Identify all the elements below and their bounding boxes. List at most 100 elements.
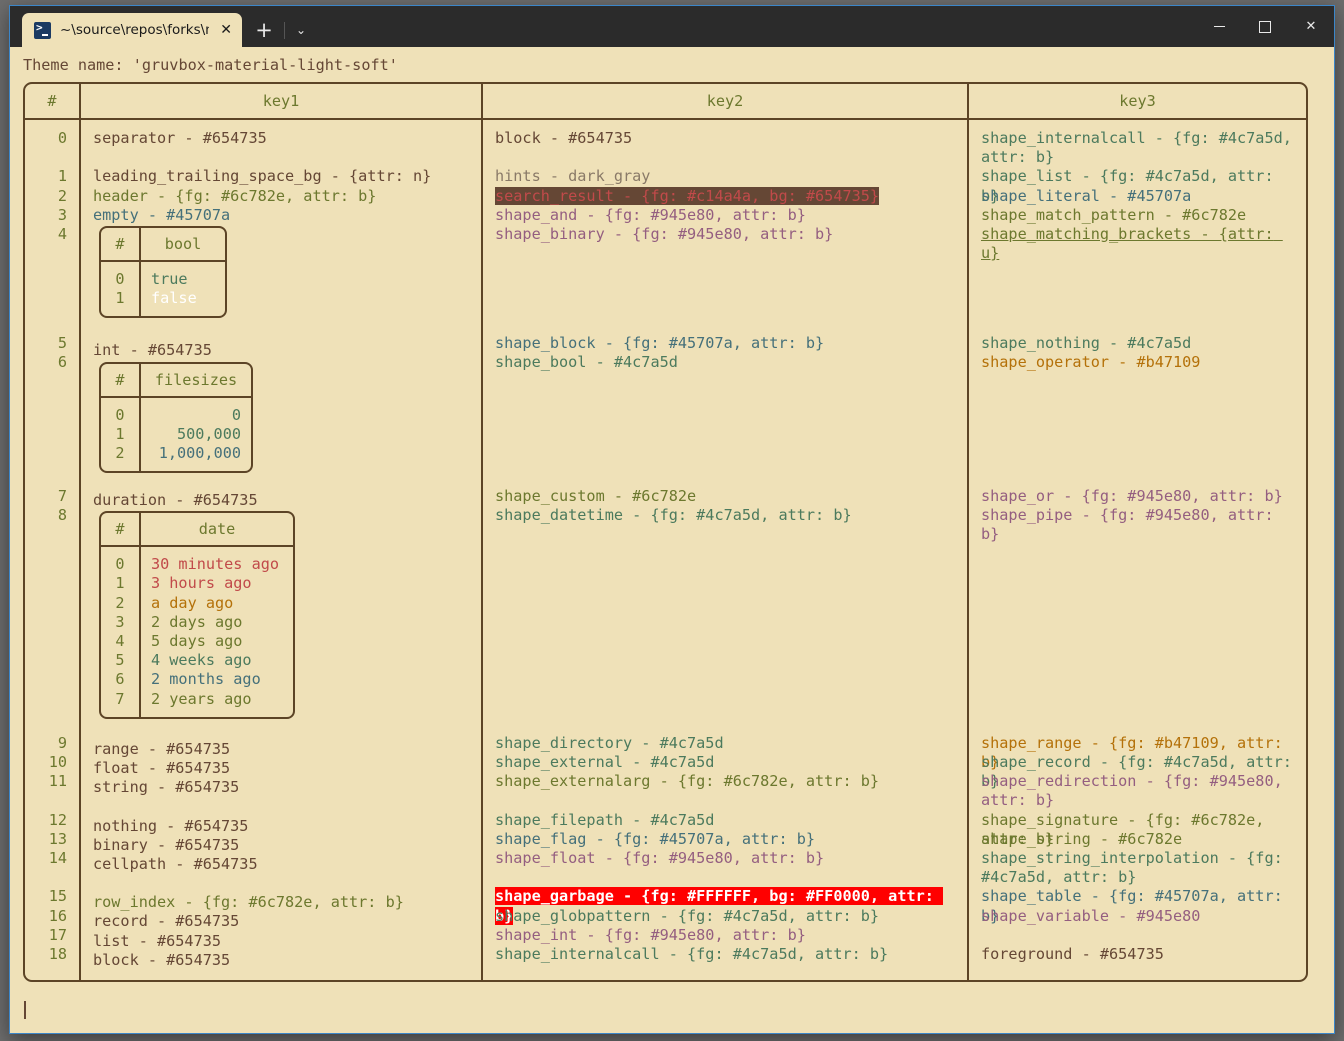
table-header-row: # key1 key2 key3: [25, 84, 1306, 120]
row-index: 3: [57, 205, 67, 224]
bool-row-index: 1: [115, 289, 125, 308]
key1-entry-range: range - #654735: [93, 739, 231, 758]
bool-header-index: #: [115, 234, 125, 253]
filesizes-index-column: 0 1 2: [101, 398, 139, 472]
row-index: 8: [57, 505, 67, 524]
date-row-index: 1: [115, 574, 125, 593]
filesizes-value: 1,000,000: [158, 443, 241, 462]
filesizes-table: # filesizes 0 1 2 0 500,000 1,000,000: [99, 361, 253, 474]
date-value: 2 months ago: [151, 670, 261, 689]
key2-entry-search-result-row: search_result - {fg: #c14a4a, bg: #65473…: [495, 186, 959, 206]
bool-row-index: 0: [115, 269, 125, 288]
terminal-tab[interactable]: ~\source\repos\forks\nu_scrip ✕: [22, 13, 242, 47]
new-tab-button[interactable]: +: [246, 13, 282, 47]
date-value: 2 days ago: [151, 612, 243, 631]
key2-entry-shape-datetime: shape_datetime - {fg: #4c7a5d, attr: b}: [495, 505, 852, 524]
row-index: 14: [48, 849, 67, 867]
chevron-down-icon[interactable]: ⌄: [287, 13, 315, 47]
row-index: 9: [57, 733, 67, 752]
filesizes-header-index: #: [115, 370, 125, 389]
terminal-window: ~\source\repos\forks\nu_scrip ✕ + ⌄ ✕ Th…: [9, 5, 1335, 1034]
row-index: 15: [48, 887, 67, 906]
table-body: 0 1 2 3 4 5 6 7 8 9 10 11 12 13 14 15 16…: [25, 120, 1306, 980]
key3-entry-shape-internalcall: shape_internalcall - {fg: #4c7a5d, attr:…: [981, 129, 1302, 167]
key1-column: separator - #654735 leading_trailing_spa…: [81, 120, 481, 980]
date-value: 4 weeks ago: [151, 651, 252, 670]
key1-entry-int: int - #654735: [93, 341, 212, 360]
key3-column: shape_internalcall - {fg: #4c7a5d, attr:…: [969, 120, 1306, 980]
key3-entry-shape-pipe: shape_pipe - {fg: #945e80, attr: b}: [981, 505, 1283, 543]
tab-close-icon[interactable]: ✕: [218, 23, 234, 37]
date-row-index: 5: [115, 651, 125, 670]
key3-entry-shape-string-interpolation: shape_string_interpolation - {fg: #4c7a5…: [981, 849, 1292, 887]
row-index-column: 0 1 2 3 4 5 6 7 8 9 10 11 12 13 14 15 16…: [25, 120, 79, 980]
column-header-key2: key2: [706, 92, 744, 110]
filesizes-row-index: 1: [115, 424, 125, 443]
row-index: 0: [57, 129, 67, 147]
minimize-button[interactable]: [1196, 6, 1242, 47]
row-index: 11: [48, 772, 67, 791]
key3-entry-shape-list: shape_list - {fg: #4c7a5d, attr: b}: [981, 167, 1283, 205]
maximize-button[interactable]: [1242, 6, 1288, 47]
key3-entry-shape-matching-brackets: shape_matching_brackets - {attr: u}: [981, 224, 1283, 263]
date-row-index: 6: [115, 670, 125, 689]
column-header-key3: key3: [1119, 92, 1156, 110]
terminal-output[interactable]: Theme name: 'gruvbox-material-light-soft…: [10, 47, 1334, 1033]
key1-entry-separator: separator - #654735: [93, 129, 267, 147]
key2-entry-shape-directory: shape_directory - #4c7a5d: [495, 733, 724, 752]
key1-entry-empty: empty - #45707a: [93, 205, 231, 224]
key1-entry-binary: binary - #654735: [93, 835, 240, 854]
key2-entry-shape-garbage-row: shape_garbage - {fg: #FFFFFF, bg: #FF000…: [495, 887, 959, 925]
filesizes-value: 500,000: [176, 424, 241, 443]
key1-entry-float: float - #654735: [93, 758, 231, 777]
key3-entry-shape-table: shape_table - {fg: #45707a, attr: b}: [981, 887, 1292, 925]
key2-entry-block: block - #654735: [495, 129, 633, 147]
date-value: 5 days ago: [151, 632, 243, 650]
filesizes-value: 0: [231, 405, 241, 424]
row-index: 2: [57, 186, 67, 205]
key3-entry-shape-match-pattern: shape_match_pattern - #6c782e: [981, 205, 1247, 224]
filesizes-header-value: filesizes: [154, 370, 238, 389]
bool-value-column: true false: [141, 262, 225, 316]
key1-entry-nothing: nothing - #654735: [93, 816, 249, 835]
bool-table-header-row: # bool: [101, 227, 225, 262]
bool-value-true: true: [151, 269, 188, 288]
date-table-body: 0 1 2 3 4 5 6 7 30 minutes ago 3 hours a…: [101, 547, 293, 717]
key1-entry-block: block - #654735: [93, 950, 231, 969]
key3-entry-shape-signature: shape_signature - {fg: #6c782e, attr: b}: [981, 810, 1274, 848]
date-row-index: 3: [115, 612, 125, 631]
key1-entry-list: list - #654735: [93, 931, 222, 950]
date-row-index: 7: [115, 689, 125, 708]
bool-value-false: false: [151, 289, 197, 308]
key3-entry-shape-string: shape_string - #6c782e: [981, 829, 1183, 848]
bool-index-column: 0 1: [101, 262, 139, 316]
date-row-index: 2: [115, 593, 125, 612]
title-bar: ~\source\repos\forks\nu_scrip ✕ + ⌄ ✕: [10, 6, 1334, 47]
key2-entry-shape-int: shape_int - {fg: #945e80, attr: b}: [495, 925, 806, 944]
key1-entry-duration: duration - #654735: [93, 491, 258, 510]
key1-entry-record: record - #654735: [93, 912, 240, 931]
key2-entry-shape-binary: shape_binary - {fg: #945e80, attr: b}: [495, 224, 834, 243]
date-table-header-row: # date: [101, 513, 293, 548]
filesizes-row-index: 2: [115, 443, 125, 462]
key3-entry-shape-literal: shape_literal - #45707a: [981, 186, 1192, 205]
filesizes-value-column: 0 500,000 1,000,000: [141, 398, 251, 472]
row-index: 16: [48, 906, 67, 925]
theme-name-line: Theme name: 'gruvbox-material-light-soft…: [23, 56, 398, 74]
row-index: 4: [57, 224, 67, 243]
row-index-spacer: [25, 148, 67, 167]
key1-entry-row-index: row_index - {fg: #6c782e, attr: b}: [93, 893, 404, 912]
filesizes-row-index: 0: [115, 405, 125, 424]
prompt-area[interactable]: [10, 982, 1334, 1033]
key2-entry-search-result: search_result - {fg: #c14a4a, bg: #65473…: [495, 186, 880, 205]
bool-header-value: bool: [164, 234, 202, 253]
row-index: 7: [57, 486, 67, 505]
close-button[interactable]: ✕: [1288, 6, 1334, 47]
bool-table: # bool 0 1 true false: [99, 225, 227, 319]
